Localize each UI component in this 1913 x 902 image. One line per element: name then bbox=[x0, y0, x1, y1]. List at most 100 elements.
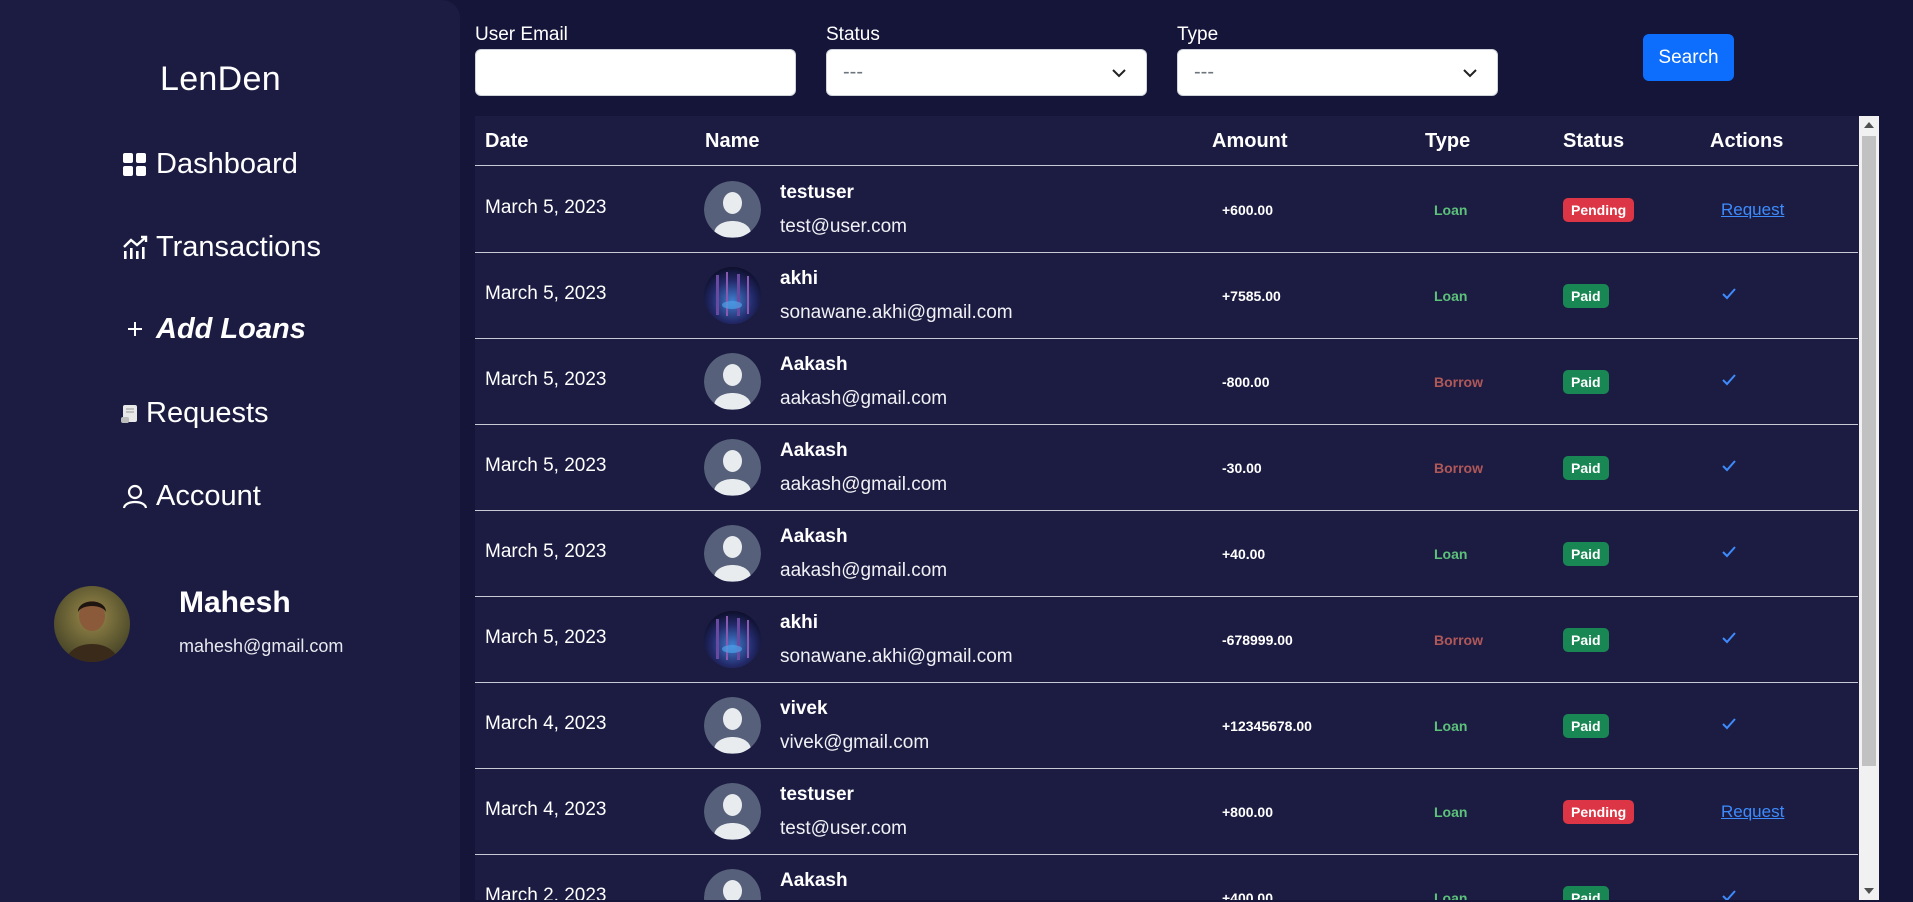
sidebar-item-requests[interactable]: Requests bbox=[118, 391, 269, 435]
status-badge: Paid bbox=[1563, 284, 1609, 308]
cell-amount: +800.00 bbox=[1222, 804, 1273, 820]
cell-action[interactable]: Request bbox=[1721, 200, 1784, 220]
cell-action bbox=[1721, 888, 1737, 900]
user-avatar bbox=[704, 439, 761, 496]
cell-user-email: aakash@gmail.com bbox=[780, 388, 948, 409]
cell-type: Borrow bbox=[1434, 632, 1483, 648]
status-select[interactable]: --- bbox=[826, 49, 1147, 96]
check-icon bbox=[1722, 288, 1736, 300]
sidebar-item-label: Dashboard bbox=[156, 147, 298, 180]
type-select[interactable]: --- bbox=[1177, 49, 1498, 96]
user-avatar bbox=[704, 525, 761, 582]
status-badge: Paid bbox=[1563, 370, 1609, 394]
sidebar-item-label: Account bbox=[156, 479, 261, 512]
cell-action[interactable]: Request bbox=[1721, 802, 1784, 822]
brand-logo[interactable]: LenDen bbox=[160, 60, 281, 99]
scroll-icon bbox=[118, 398, 142, 428]
cell-action bbox=[1721, 372, 1737, 392]
column-header-status: Status bbox=[1563, 130, 1625, 152]
scroll-down-arrow-icon[interactable] bbox=[1864, 888, 1874, 894]
cell-amount: +7585.00 bbox=[1222, 288, 1281, 304]
cell-amount: -678999.00 bbox=[1222, 632, 1293, 648]
cell-user-name: testuser bbox=[780, 182, 854, 203]
check-icon bbox=[1722, 718, 1736, 730]
request-link[interactable]: Request bbox=[1721, 802, 1784, 821]
cell-amount: +12345678.00 bbox=[1222, 718, 1312, 734]
status-badge: Pending bbox=[1563, 198, 1635, 222]
request-link[interactable]: Request bbox=[1721, 200, 1784, 219]
cell-user-name: Aakash bbox=[780, 354, 848, 375]
cell-date: March 4, 2023 bbox=[485, 713, 607, 734]
sidebar-item-label: Requests bbox=[146, 396, 269, 429]
cell-type: Loan bbox=[1434, 804, 1468, 820]
cell-user-email: vivek@gmail.com bbox=[780, 732, 930, 753]
sidebar-item-transactions[interactable]: Transactions bbox=[120, 225, 321, 269]
cell-amount: -30.00 bbox=[1222, 460, 1262, 476]
column-header-type: Type bbox=[1425, 130, 1471, 152]
type-select-value: --- bbox=[1194, 61, 1214, 83]
column-header-amount: Amount bbox=[1212, 130, 1288, 152]
table-row: March 4, 2023 vivek vivek@gmail.com +123456… bbox=[475, 683, 1858, 769]
cell-user-name: testuser bbox=[780, 784, 854, 805]
cell-date: March 5, 2023 bbox=[485, 455, 607, 476]
check-icon bbox=[1722, 632, 1736, 644]
check-icon bbox=[1722, 890, 1736, 900]
column-header-actions: Actions bbox=[1710, 130, 1784, 152]
transactions-table: Date Name Amount Type Status Actions Mar… bbox=[475, 116, 1879, 900]
cell-user-name: vivek bbox=[780, 698, 828, 719]
column-header-date: Date bbox=[485, 130, 529, 152]
chevron-down-icon bbox=[1112, 69, 1126, 78]
user-avatar bbox=[704, 783, 761, 840]
vertical-scrollbar[interactable] bbox=[1859, 116, 1879, 900]
cell-user-name: Aakash bbox=[780, 526, 848, 547]
cell-amount: -800.00 bbox=[1222, 374, 1270, 390]
cell-action bbox=[1721, 630, 1737, 650]
cell-action bbox=[1721, 716, 1737, 736]
cell-amount: +600.00 bbox=[1222, 202, 1273, 218]
cell-type: Loan bbox=[1434, 202, 1468, 218]
user-avatar bbox=[704, 697, 761, 754]
cell-user-email: test@user.com bbox=[780, 818, 907, 839]
check-icon bbox=[1722, 374, 1736, 386]
sidebar-item-label: Transactions bbox=[156, 230, 321, 263]
scroll-thumb[interactable] bbox=[1862, 136, 1876, 766]
table-row: March 5, 2023 Aakash aakash@gmail.com -30.0… bbox=[475, 425, 1858, 511]
table-row: March 2, 2023Aakashaakash@gmail.com+400.… bbox=[475, 855, 1858, 900]
user-email-input[interactable] bbox=[475, 49, 796, 96]
status-badge: Paid bbox=[1563, 542, 1609, 566]
cell-user-email: aakash@gmail.com bbox=[780, 474, 948, 495]
table-row: March 5, 2023 akhi sonawane.akhi@gmail.com… bbox=[475, 597, 1858, 683]
user-avatar bbox=[704, 611, 761, 668]
status-select-value: --- bbox=[843, 61, 863, 83]
sidebar: LenDen Dashboard Transactions Add Loans … bbox=[0, 0, 460, 902]
search-button[interactable]: Search bbox=[1643, 34, 1734, 81]
avatar[interactable] bbox=[54, 586, 130, 662]
check-icon bbox=[1722, 460, 1736, 472]
cell-user-name: akhi bbox=[780, 268, 819, 289]
scroll-up-arrow-icon[interactable] bbox=[1864, 122, 1874, 128]
cell-date: March 5, 2023 bbox=[485, 369, 607, 390]
chart-up-icon bbox=[120, 232, 150, 262]
table-row: March 5, 2023 akhi sonawane.akhi@gmail.com… bbox=[475, 253, 1858, 339]
cell-amount: +400.00 bbox=[1222, 890, 1273, 900]
table-row: March 4, 2023 testuser test@user.com +800.0… bbox=[475, 769, 1858, 855]
cell-user-email: sonawane.akhi@gmail.com bbox=[780, 646, 1013, 667]
sidebar-item-add-loans[interactable]: Add Loans bbox=[120, 307, 306, 351]
status-label: Status bbox=[826, 24, 880, 45]
status-badge: Paid bbox=[1563, 628, 1609, 652]
table-body: March 5, 2023 testuser test@user.com +600.0… bbox=[475, 167, 1858, 900]
cell-date: March 5, 2023 bbox=[485, 627, 607, 648]
type-label: Type bbox=[1177, 24, 1219, 45]
sidebar-item-account[interactable]: Account bbox=[120, 474, 261, 518]
status-badge: Paid bbox=[1563, 886, 1609, 900]
sidebar-item-dashboard[interactable]: Dashboard bbox=[120, 142, 298, 186]
cell-date: March 5, 2023 bbox=[485, 197, 607, 218]
column-header-name: Name bbox=[705, 130, 760, 152]
person-icon bbox=[120, 481, 150, 511]
cell-user-email: aakash@gmail.com bbox=[780, 560, 948, 581]
cell-type: Borrow bbox=[1434, 460, 1483, 476]
cell-action bbox=[1721, 544, 1737, 564]
user-email-label: User Email bbox=[475, 24, 568, 45]
table-row: March 5, 2023 Aakash aakash@gmail.com +40.0… bbox=[475, 511, 1858, 597]
table-row: March 5, 2023 testuser test@user.com +600.0… bbox=[475, 167, 1858, 253]
